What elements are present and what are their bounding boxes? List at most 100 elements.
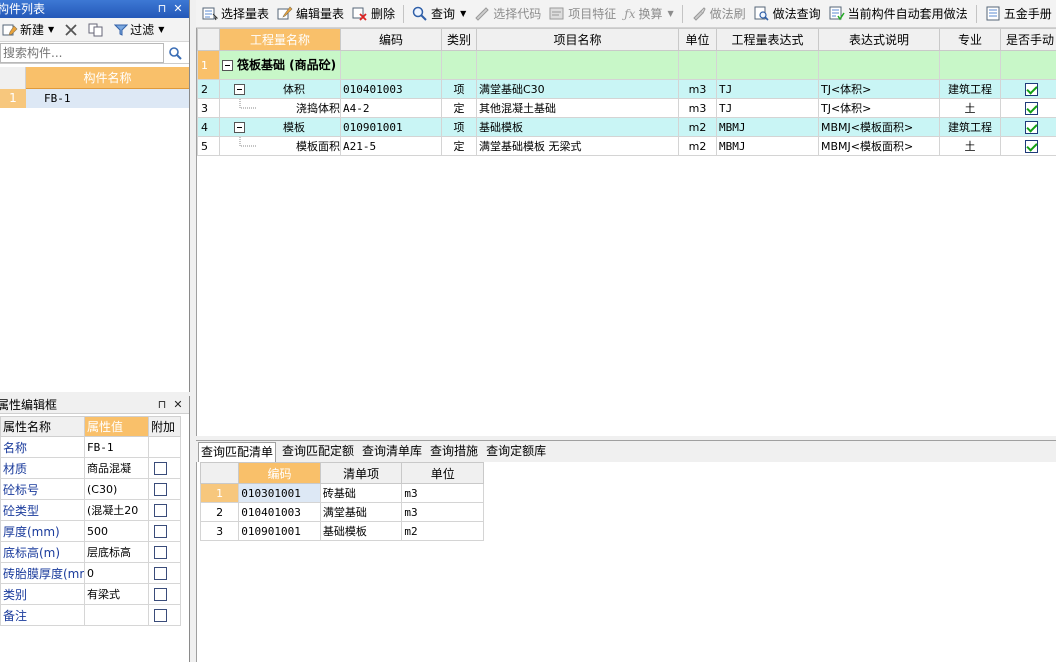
tab-measures[interactable]: 查询措施	[428, 442, 480, 462]
quantity-name-cell[interactable]: 筏板基础 (商品砼)	[219, 50, 341, 80]
item-cell[interactable]: 满堂基础	[319, 502, 403, 522]
code-cell[interactable]	[340, 50, 442, 80]
property-row[interactable]: 材质 商品混凝	[0, 457, 181, 479]
expression-desc-cell[interactable]: TJ<体积>	[818, 79, 940, 99]
checkbox[interactable]	[154, 608, 167, 622]
manual-checkbox[interactable]	[1025, 120, 1038, 134]
property-row[interactable]: 备注	[0, 604, 181, 626]
column-header[interactable]: 清单项	[319, 462, 403, 484]
hardware-manual-button[interactable]: 五金手册	[983, 3, 1054, 25]
tab-list-library[interactable]: 查询清单库	[360, 442, 424, 462]
column-header[interactable]: 表达式说明	[818, 28, 940, 51]
column-header[interactable]: 是否手动	[1000, 28, 1056, 51]
component-row[interactable]: 1 FB-1	[0, 89, 189, 108]
column-header[interactable]: 编码	[238, 462, 321, 484]
expression-cell[interactable]: TJ	[716, 79, 819, 99]
method-brush-button[interactable]: 做法刷	[689, 3, 748, 25]
expression-desc-cell[interactable]	[818, 50, 940, 80]
collapse-icon[interactable]	[234, 83, 245, 95]
unit-cell[interactable]: m3	[401, 502, 484, 522]
expression-cell[interactable]: MBMJ	[716, 136, 819, 156]
component-name-header[interactable]: 构件名称	[26, 67, 189, 89]
property-row[interactable]: 砼标号 (C30)	[0, 478, 181, 500]
expression-desc-cell[interactable]: MBMJ<模板面积>	[818, 117, 940, 137]
major-cell[interactable]: 建筑工程	[939, 117, 1001, 137]
item-name-cell[interactable]: 满堂基础模板 无梁式	[476, 136, 679, 156]
method-query-button[interactable]: 做法查询	[752, 3, 823, 25]
property-row[interactable]: 名称 FB-1	[0, 436, 181, 458]
table-row[interactable]: 2 体积 010401003 项 满堂基础C30 m3 TJ TJ<体积> 建筑…	[197, 79, 1056, 99]
convert-button[interactable]: ƒx 换算 ▼	[622, 3, 675, 25]
checkbox[interactable]	[154, 566, 167, 580]
delete-button[interactable]: 删除	[350, 3, 397, 25]
checkbox[interactable]	[154, 524, 167, 538]
select-code-button[interactable]: 选择代码	[472, 3, 543, 25]
quantity-name-cell[interactable]: 模板	[219, 117, 341, 137]
expression-cell[interactable]: MBMJ	[716, 117, 819, 137]
item-cell[interactable]: 砖基础	[319, 483, 403, 503]
code-cell[interactable]: 010901001	[340, 117, 442, 137]
property-value[interactable]	[84, 604, 149, 626]
manual-checkbox[interactable]	[1025, 82, 1038, 96]
type-cell[interactable]: 项	[441, 79, 477, 99]
column-header[interactable]: 项目名称	[476, 28, 679, 51]
code-cell[interactable]: 010401003	[340, 79, 442, 99]
copy-component-button[interactable]	[86, 20, 106, 40]
tab-quota-library[interactable]: 查询定额库	[484, 442, 548, 462]
type-cell[interactable]: 定	[441, 136, 477, 156]
column-header[interactable]: 工程量表达式	[716, 28, 819, 51]
property-row[interactable]: 底标高(m) 层底标高	[0, 541, 181, 563]
unit-cell[interactable]: m2	[678, 117, 717, 137]
pin-icon[interactable]: ⊓	[155, 0, 169, 18]
item-cell[interactable]: 基础模板	[319, 521, 403, 541]
close-icon[interactable]: ✕	[171, 0, 185, 18]
major-cell[interactable]: 建筑工程	[939, 79, 1001, 99]
code-cell[interactable]: 010301001	[238, 483, 321, 503]
quantity-name-cell[interactable]: 浇捣体积	[219, 98, 341, 118]
checkbox[interactable]	[154, 587, 167, 601]
component-name[interactable]: FB-1	[26, 89, 189, 108]
manual-checkbox[interactable]	[1025, 139, 1038, 153]
property-value[interactable]: 商品混凝	[84, 457, 149, 479]
expression-desc-cell[interactable]: TJ<体积>	[818, 98, 940, 118]
table-row[interactable]: 3 浇捣体积 A4-2 定 其他混凝土基础 m3 TJ TJ<体积> 土	[197, 98, 1056, 118]
checkbox[interactable]	[154, 503, 167, 517]
major-cell[interactable]: 土	[939, 98, 1001, 118]
checkbox[interactable]	[154, 482, 167, 496]
close-icon[interactable]: ✕	[171, 396, 185, 413]
property-value[interactable]: FB-1	[84, 436, 149, 458]
property-value[interactable]: 0	[84, 562, 149, 584]
expression-cell[interactable]	[716, 50, 819, 80]
code-cell[interactable]: 010401003	[238, 502, 321, 522]
query-button[interactable]: 查询 ▼	[410, 3, 468, 25]
property-row[interactable]: 砖胎膜厚度(mm 0	[0, 562, 181, 584]
tab-match-quota[interactable]: 查询匹配定额	[280, 442, 356, 462]
column-header[interactable]: 工程量名称	[219, 28, 341, 51]
table-row[interactable]: 1 010301001 砖基础 m3	[199, 483, 484, 503]
item-name-cell[interactable]: 满堂基础C30	[476, 79, 679, 99]
pin-icon[interactable]: ⊓	[155, 396, 169, 413]
column-header[interactable]: 类别	[441, 28, 477, 51]
code-cell[interactable]: A4-2	[340, 98, 442, 118]
table-row[interactable]: 4 模板 010901001 项 基础模板 m2 MBMJ MBMJ<模板面积>…	[197, 117, 1056, 137]
auto-apply-method-button[interactable]: 当前构件自动套用做法	[827, 3, 970, 25]
checkbox[interactable]	[154, 461, 167, 475]
property-value[interactable]: 500	[84, 520, 149, 542]
table-row[interactable]: 1 筏板基础 (商品砼)	[197, 50, 1056, 80]
delete-component-button[interactable]	[62, 20, 80, 40]
new-component-button[interactable]: 新建 ▼	[0, 20, 56, 40]
table-row[interactable]: 5 模板面积 A21-5 定 满堂基础模板 无梁式 m2 MBMJ MBMJ<模…	[197, 136, 1056, 156]
property-value[interactable]: 有梁式	[84, 583, 149, 605]
column-header[interactable]: 编码	[340, 28, 442, 51]
collapse-icon[interactable]	[234, 121, 245, 133]
item-name-cell[interactable]: 基础模板	[476, 117, 679, 137]
select-table-button[interactable]: 选择量表	[200, 3, 271, 25]
unit-cell[interactable]: m3	[678, 79, 717, 99]
edit-table-button[interactable]: 编辑量表	[275, 3, 346, 25]
collapse-icon[interactable]	[222, 59, 233, 71]
major-cell[interactable]	[939, 50, 1001, 80]
expression-desc-cell[interactable]: MBMJ<模板面积>	[818, 136, 940, 156]
component-search-input[interactable]	[0, 42, 164, 63]
tab-match-list[interactable]: 查询匹配清单	[198, 442, 277, 462]
code-cell[interactable]: 010901001	[238, 521, 321, 541]
